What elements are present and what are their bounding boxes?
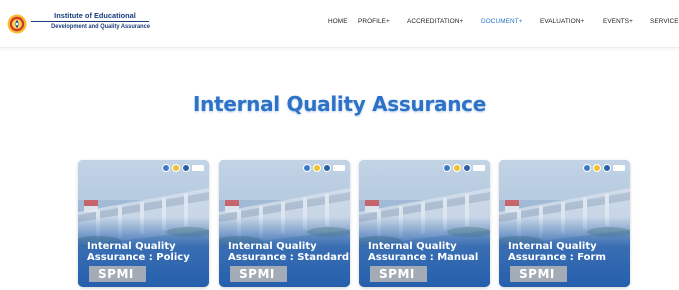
document-card-4[interactable]: Internal Quality Assurance : Form SPMI — [499, 160, 630, 287]
card-title-line-1: Internal Quality — [87, 241, 176, 252]
partner-logos — [581, 164, 625, 173]
card-badge: SPMI — [89, 266, 146, 282]
partner-logo-icon — [323, 164, 331, 172]
nav-item-accreditation[interactable]: ACCREDITATION+ — [407, 18, 463, 25]
card-title: Internal Quality Assurance : Form — [508, 241, 628, 263]
card-badge: SPMI — [370, 266, 427, 282]
partner-logo-icon — [333, 165, 345, 171]
site-header: Institute of Educational Development and… — [0, 0, 679, 48]
partner-logo-icon — [192, 165, 204, 171]
partner-logo-icon — [463, 164, 471, 172]
partner-logo-icon — [303, 164, 311, 172]
card-title-line-2: Assurance : Form — [508, 252, 606, 263]
card-title-line-1: Internal Quality — [368, 241, 457, 252]
nav-item-document[interactable]: DOCUMENT+ — [481, 18, 523, 25]
partner-logo-icon — [172, 164, 180, 172]
nav-item-home[interactable]: HOME — [328, 18, 348, 25]
card-title-line-2: Assurance : Manual — [368, 252, 479, 263]
nav-item-profile[interactable]: PROFILE+ — [358, 18, 390, 25]
partner-logo-icon — [182, 164, 190, 172]
card-title-line-2: Assurance : Policy — [87, 252, 190, 263]
main-nav: HOME PROFILE+ ACCREDITATION+ DOCUMENT+ E… — [0, 18, 679, 30]
partner-logos — [441, 164, 485, 173]
nav-item-events[interactable]: EVENTS+ — [603, 18, 633, 25]
partner-logo-icon — [613, 165, 625, 171]
card-title-line-1: Internal Quality — [228, 241, 317, 252]
partner-logo-icon — [593, 164, 601, 172]
card-title: Internal Quality Assurance : Manual — [368, 241, 488, 263]
partner-logo-icon — [473, 165, 485, 171]
card-title: Internal Quality Assurance : Standard — [228, 241, 350, 263]
partner-logo-icon — [162, 164, 170, 172]
card-title-line-2: Assurance : Standard — [228, 252, 350, 263]
document-card-2[interactable]: Internal Quality Assurance : Standard SP… — [219, 160, 350, 287]
document-card-3[interactable]: Internal Quality Assurance : Manual SPMI — [359, 160, 490, 287]
partner-logo-icon — [313, 164, 321, 172]
partner-logo-icon — [603, 164, 611, 172]
partner-logo-icon — [443, 164, 451, 172]
nav-item-service[interactable]: SERVICE — [650, 18, 679, 25]
partner-logo-icon — [453, 164, 461, 172]
partner-logos — [301, 164, 345, 173]
card-title-line-1: Internal Quality — [508, 241, 597, 252]
partner-logo-icon — [583, 164, 591, 172]
page-title: Internal Quality Assurance — [193, 92, 486, 116]
card-badge: SPMI — [510, 266, 567, 282]
card-badge: SPMI — [230, 266, 287, 282]
nav-item-evaluation[interactable]: EVALUATION+ — [540, 18, 584, 25]
card-title: Internal Quality Assurance : Policy — [87, 241, 207, 263]
document-card-1[interactable]: Internal Quality Assurance : Policy SPMI — [78, 160, 209, 287]
partner-logos — [160, 164, 204, 173]
